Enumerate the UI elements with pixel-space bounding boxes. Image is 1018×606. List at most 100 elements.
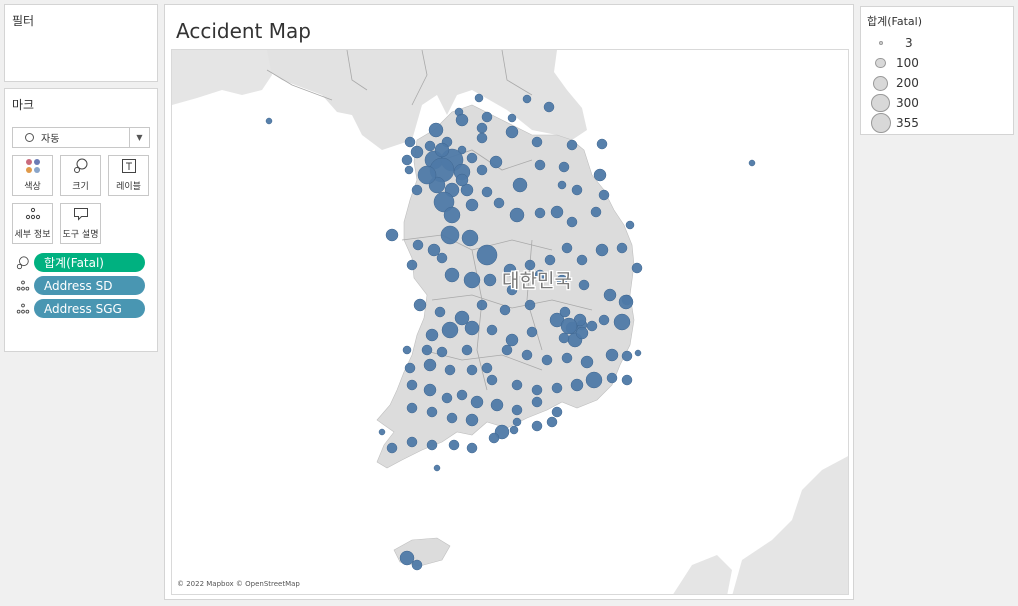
fatal-bubble[interactable] (499, 304, 511, 316)
fatal-bubble[interactable] (590, 206, 602, 218)
fatal-bubble[interactable] (410, 145, 424, 159)
fatal-bubble[interactable] (385, 228, 399, 242)
fatal-bubble[interactable] (436, 252, 448, 264)
fatal-bubble[interactable] (544, 254, 556, 266)
fatal-bubble[interactable] (566, 139, 578, 151)
fatal-bubble[interactable] (524, 259, 536, 271)
fatal-bubble[interactable] (404, 136, 416, 148)
fatal-bubble[interactable] (446, 412, 458, 424)
fatal-bubble[interactable] (386, 442, 398, 454)
fatal-bubble[interactable] (625, 220, 635, 230)
fatal-bubble[interactable] (578, 279, 590, 291)
fatal-bubble[interactable] (595, 243, 609, 257)
fatal-bubble[interactable] (580, 355, 594, 369)
pill-sum-fatal[interactable]: 합계(Fatal) (34, 253, 145, 272)
fatal-bubble[interactable] (490, 398, 504, 412)
fatal-bubble[interactable] (571, 184, 583, 196)
map-view[interactable]: 대한민국 © 2022 Mapbox © OpenStreetMap (171, 49, 849, 595)
fatal-bubble[interactable] (505, 125, 519, 139)
pill-address-sgg[interactable]: Address SGG (34, 299, 145, 318)
fatal-bubble[interactable] (444, 267, 460, 283)
fatal-bubble[interactable] (404, 165, 414, 175)
label-button[interactable]: 레이블 (108, 155, 149, 196)
fatal-bubble[interactable] (481, 111, 493, 123)
fatal-bubble[interactable] (618, 294, 634, 310)
fatal-bubble[interactable] (443, 206, 461, 224)
fatal-bubble[interactable] (511, 404, 523, 416)
fatal-bubble[interactable] (440, 225, 460, 245)
fatal-bubble[interactable] (586, 320, 598, 332)
fatal-bubble[interactable] (603, 288, 617, 302)
fatal-bubble[interactable] (575, 326, 589, 340)
fatal-bubble[interactable] (441, 321, 459, 339)
fatal-bubble[interactable] (598, 189, 610, 201)
fatal-bubble[interactable] (505, 333, 519, 347)
fatal-bubble[interactable] (265, 117, 273, 125)
fatal-bubble[interactable] (543, 101, 555, 113)
fatal-bubble[interactable] (541, 354, 553, 366)
fatal-bubble[interactable] (512, 417, 522, 427)
fatal-bubble[interactable] (526, 326, 538, 338)
fatal-bubble[interactable] (507, 113, 517, 123)
fatal-bubble[interactable] (417, 165, 437, 185)
fatal-bubble[interactable] (411, 184, 423, 196)
fatal-bubble[interactable] (560, 317, 578, 335)
fatal-bubble[interactable] (466, 152, 478, 164)
fatal-bubble[interactable] (483, 273, 497, 287)
fatal-bubble[interactable] (466, 364, 478, 376)
fatal-bubble[interactable] (501, 344, 513, 356)
fatal-bubble[interactable] (534, 207, 546, 219)
fatal-bubble[interactable] (593, 168, 607, 182)
fatal-bubble[interactable] (436, 346, 448, 358)
fatal-bubble[interactable] (464, 320, 480, 336)
detail-button[interactable]: 세부 정보 (12, 203, 53, 244)
fatal-bubble[interactable] (406, 259, 418, 271)
fatal-bubble[interactable] (423, 358, 437, 372)
mark-type-dropdown[interactable]: 자동 ▼ (12, 127, 150, 148)
fatal-bubble[interactable] (465, 198, 479, 212)
fatal-bubble[interactable] (488, 432, 500, 444)
fatal-bubble[interactable] (406, 379, 418, 391)
fatal-bubble[interactable] (481, 362, 493, 374)
fatal-bubble[interactable] (425, 328, 439, 342)
fatal-bubble[interactable] (550, 205, 564, 219)
fatal-bubble[interactable] (585, 371, 603, 389)
fatal-bubble[interactable] (402, 345, 412, 355)
fatal-bubble[interactable] (434, 142, 450, 158)
fatal-bubble[interactable] (406, 402, 418, 414)
fatal-bubble[interactable] (456, 389, 468, 401)
map-attribution[interactable]: © 2022 Mapbox © OpenStreetMap (177, 580, 300, 588)
map-canvas[interactable]: 대한민국 (172, 50, 849, 595)
size-button[interactable]: 크기 (60, 155, 101, 196)
fatal-bubble[interactable] (634, 349, 642, 357)
fatal-bubble[interactable] (493, 197, 505, 209)
fatal-bubble[interactable] (561, 352, 573, 364)
fatal-bubble[interactable] (470, 395, 484, 409)
fatal-bubble[interactable] (605, 348, 619, 362)
chevron-down-icon[interactable]: ▼ (129, 128, 149, 147)
fatal-bubble[interactable] (455, 113, 469, 127)
fatal-bubble[interactable] (433, 464, 441, 472)
fatal-bubble[interactable] (531, 136, 543, 148)
fatal-bubble[interactable] (427, 243, 441, 257)
fatal-bubble[interactable] (512, 177, 528, 193)
fatal-bubble[interactable] (461, 344, 473, 356)
fatal-bubble[interactable] (546, 416, 558, 428)
fatal-bubble[interactable] (557, 180, 567, 190)
color-button[interactable]: 색상 (12, 155, 53, 196)
fatal-bubble[interactable] (596, 138, 608, 150)
fatal-bubble[interactable] (531, 420, 543, 432)
fatal-bubble[interactable] (466, 442, 478, 454)
fatal-bubble[interactable] (428, 122, 444, 138)
tooltip-button[interactable]: 도구 설명 (60, 203, 101, 244)
fatal-bubble[interactable] (524, 299, 536, 311)
fatal-bubble[interactable] (486, 374, 498, 386)
fatal-bubble[interactable] (551, 406, 563, 418)
fatal-bubble[interactable] (606, 372, 618, 384)
fatal-bubble[interactable] (598, 314, 610, 326)
fatal-bubble[interactable] (521, 349, 533, 361)
fatal-bubble[interactable] (476, 122, 488, 134)
fatal-bubble[interactable] (621, 350, 633, 362)
fatal-bubble[interactable] (378, 428, 386, 436)
fatal-bubble[interactable] (444, 364, 456, 376)
